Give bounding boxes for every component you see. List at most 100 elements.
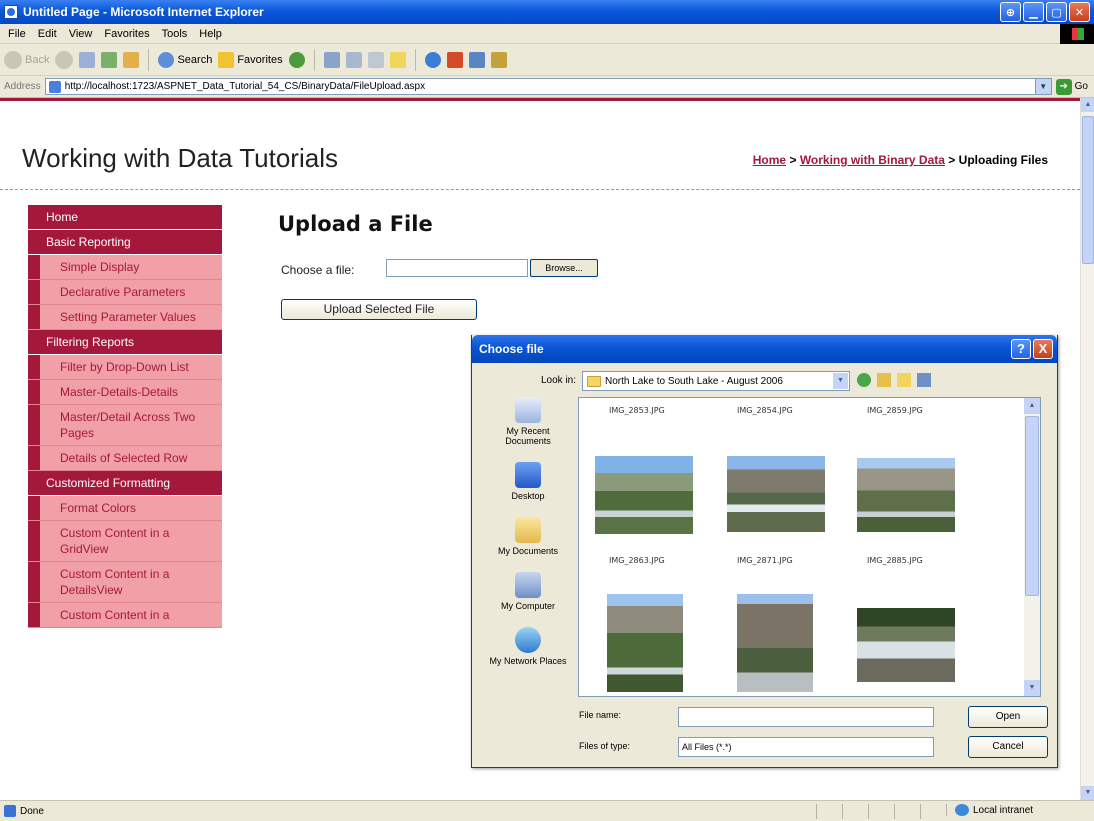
- look-in-select[interactable]: North Lake to South Lake - August 2006 ▼: [582, 371, 850, 391]
- dialog-help-button[interactable]: ?: [1011, 339, 1031, 359]
- scroll-up-icon[interactable]: ▲: [1024, 398, 1040, 414]
- open-button[interactable]: Open: [968, 706, 1048, 728]
- refresh-icon[interactable]: [101, 51, 118, 68]
- dialog-title: Choose file: [479, 342, 544, 356]
- chevron-down-icon[interactable]: ▼: [833, 373, 848, 389]
- photo-thumbnail[interactable]: [727, 456, 825, 532]
- stop-icon[interactable]: [79, 51, 96, 68]
- media-icon[interactable]: [288, 51, 305, 68]
- scroll-down-icon[interactable]: ▼: [1024, 680, 1040, 696]
- edit-icon[interactable]: [389, 51, 406, 68]
- scroll-up-icon[interactable]: ▲: [1081, 98, 1094, 112]
- file-name[interactable]: IMG_2854.JPG: [737, 406, 793, 415]
- sidebar-item-filtering-reports[interactable]: Filtering Reports: [28, 330, 222, 355]
- file-name[interactable]: IMG_2871.JPG: [737, 556, 793, 565]
- recent-documents-icon: [515, 397, 541, 423]
- files-of-type-select[interactable]: All Files (*.*): [678, 737, 934, 757]
- sidebar-item-customized-formatting[interactable]: Customized Formatting: [28, 471, 222, 496]
- photo-thumbnail[interactable]: [607, 594, 683, 692]
- sidebar-item-simple-display[interactable]: Simple Display: [28, 255, 222, 280]
- research-icon[interactable]: [446, 51, 463, 68]
- search-icon: [158, 51, 175, 68]
- sidebar-item-filter-by-dropdown[interactable]: Filter by Drop-Down List: [28, 355, 222, 380]
- folder-icon: [587, 375, 601, 387]
- sidebar-item-custom-content[interactable]: Custom Content in a: [28, 603, 222, 628]
- search-button[interactable]: Search: [158, 51, 212, 68]
- address-input[interactable]: http://localhost:1723/ASPNET_Data_Tutori…: [44, 78, 1052, 95]
- forward-button[interactable]: [55, 50, 74, 69]
- photo-thumbnail[interactable]: [857, 608, 955, 682]
- page-status-icon: [4, 805, 16, 817]
- photo-thumbnail[interactable]: [857, 458, 955, 532]
- menu-file[interactable]: File: [8, 28, 26, 40]
- file-name-input[interactable]: [678, 707, 934, 727]
- toolbar-separator: [148, 48, 150, 71]
- file-name[interactable]: IMG_2885.JPG: [867, 556, 923, 565]
- menu-favorites[interactable]: Favorites: [104, 28, 149, 40]
- dialog-close-button[interactable]: X: [1033, 339, 1053, 359]
- sidebar-item-master-detail-across[interactable]: Master/Detail Across Two Pages: [28, 405, 222, 446]
- maximize-button[interactable]: ▢: [1046, 2, 1067, 22]
- scrollbar-thumb[interactable]: [1082, 116, 1094, 264]
- browse-button[interactable]: Browse...: [530, 259, 598, 277]
- print-icon[interactable]: [367, 51, 384, 68]
- menu-tools[interactable]: Tools: [162, 28, 188, 40]
- sidebar-item-format-colors[interactable]: Format Colors: [28, 496, 222, 521]
- tool-icon[interactable]: [468, 51, 485, 68]
- chevron-down-icon[interactable]: ▼: [1034, 79, 1051, 94]
- breadcrumb-home-link[interactable]: Home: [753, 153, 786, 167]
- network-places-icon: [515, 627, 541, 653]
- file-name[interactable]: IMG_2853.JPG: [609, 406, 665, 415]
- messenger-icon[interactable]: [424, 51, 441, 68]
- mail-icon[interactable]: [345, 51, 362, 68]
- sidebar-item-declarative-parameters[interactable]: Declarative Parameters: [28, 280, 222, 305]
- file-list[interactable]: IMG_2853.JPG IMG_2854.JPG IMG_2859.JPG I…: [578, 397, 1041, 697]
- file-path-input[interactable]: [386, 259, 528, 277]
- back-button[interactable]: Back: [4, 50, 49, 69]
- menu-edit[interactable]: Edit: [38, 28, 57, 40]
- new-folder-icon[interactable]: [897, 373, 911, 387]
- sidebar-item-custom-content-detailsview[interactable]: Custom Content in a DetailsView: [28, 562, 222, 603]
- folder-icon[interactable]: [490, 51, 507, 68]
- file-list-scrollbar[interactable]: ▲ ▼: [1024, 398, 1040, 696]
- intranet-icon: [955, 804, 969, 816]
- photo-thumbnail[interactable]: [595, 456, 693, 534]
- breadcrumb: Home > Working with Binary Data > Upload…: [753, 153, 1048, 167]
- views-menu-icon[interactable]: [917, 373, 931, 387]
- sidebar-item-setting-parameter-values[interactable]: Setting Parameter Values: [28, 305, 222, 330]
- go-button[interactable]: ➔ Go: [1055, 78, 1094, 95]
- minimize-button[interactable]: ▁: [1023, 2, 1044, 22]
- breadcrumb-section-link[interactable]: Working with Binary Data: [800, 153, 945, 167]
- place-my-computer[interactable]: My Computer: [486, 572, 570, 611]
- sidebar-item-custom-content-gridview[interactable]: Custom Content in a GridView: [28, 521, 222, 562]
- file-name[interactable]: IMG_2863.JPG: [609, 556, 665, 565]
- place-recent-documents[interactable]: My Recent Documents: [486, 397, 570, 446]
- place-my-network[interactable]: My Network Places: [486, 627, 570, 666]
- page-scrollbar[interactable]: ▲ ▼: [1080, 98, 1094, 800]
- photo-thumbnail[interactable]: [737, 594, 813, 692]
- windows-logo-icon: [1060, 24, 1094, 44]
- sidebar-item-basic-reporting[interactable]: Basic Reporting: [28, 230, 222, 255]
- help-icon[interactable]: ⊕: [1000, 2, 1021, 22]
- place-desktop[interactable]: Desktop: [486, 462, 570, 501]
- place-my-documents[interactable]: My Documents: [486, 517, 570, 556]
- up-folder-icon[interactable]: [877, 373, 891, 387]
- sidebar-item-details-selected-row[interactable]: Details of Selected Row: [28, 446, 222, 471]
- sidebar-item-home[interactable]: Home: [28, 205, 222, 230]
- scrollbar-thumb[interactable]: [1025, 416, 1039, 596]
- upload-selected-file-button[interactable]: Upload Selected File: [281, 299, 477, 320]
- scroll-down-icon[interactable]: ▼: [1081, 786, 1094, 800]
- file-name[interactable]: IMG_2859.JPG: [867, 406, 923, 415]
- history-icon[interactable]: [323, 51, 340, 68]
- close-button[interactable]: ✕: [1069, 2, 1090, 22]
- ie-icon: [4, 5, 18, 19]
- back-icon[interactable]: [857, 373, 871, 387]
- favorites-button[interactable]: Favorites: [218, 51, 283, 68]
- home-icon[interactable]: [123, 51, 140, 68]
- menu-view[interactable]: View: [69, 28, 93, 40]
- sidebar-item-master-details-details[interactable]: Master-Details-Details: [28, 380, 222, 405]
- cancel-button[interactable]: Cancel: [968, 736, 1048, 758]
- menu-help[interactable]: Help: [199, 28, 222, 40]
- breadcrumb-current: Uploading Files: [958, 153, 1048, 167]
- security-zone[interactable]: Local intranet: [946, 804, 1086, 816]
